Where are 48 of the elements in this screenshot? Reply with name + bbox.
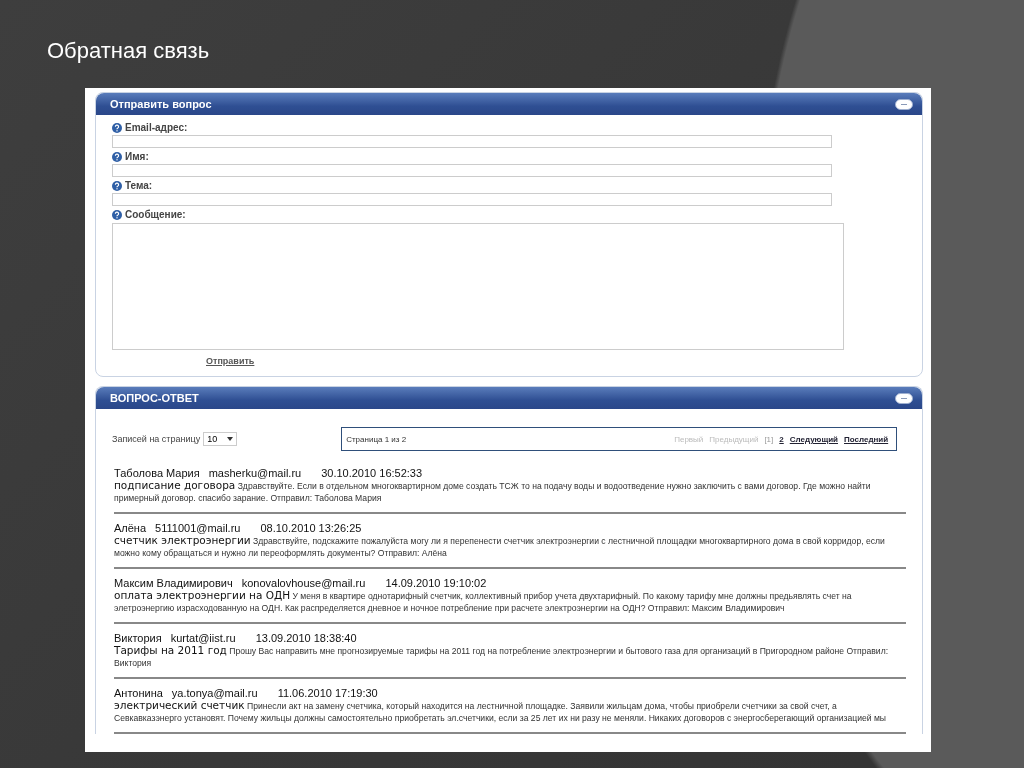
question-text: счетчик электроэнергии Здравствуйте, подскажите пожалуйста могу ли я перепенести счетчик электроэнергии с лестничной площадки многоквартирного дома в свой корридор, если можно кому обращаться и нужно ли переоформлять документы? Отправил: Алёна: [114, 534, 886, 559]
help-icon: [112, 122, 122, 133]
page-label: Предыдущий: [709, 434, 759, 444]
per-page-select[interactable]: 10: [203, 432, 238, 446]
page-link[interactable]: Следующий: [789, 434, 838, 444]
post-date: 11.06.2010 17:19:30: [277, 687, 378, 699]
slide-title: Обратная связь: [47, 38, 210, 63]
help-icon: [112, 209, 122, 220]
page-label: Первый: [674, 434, 704, 444]
page-link[interactable]: 2: [779, 434, 784, 444]
author-name: Таболова Мария: [114, 467, 200, 479]
author-email: 5111001@mail.ru: [155, 522, 241, 534]
message-field[interactable]: [112, 223, 844, 350]
field-label: Тема:: [125, 180, 153, 191]
collapse-icon[interactable]: [895, 392, 913, 404]
help-icon: [112, 151, 122, 162]
question-text: Тарифы на 2011 год Прошу Вас направить мне прогнозируемые тарифы на 2011 год на потребление электроэнергии и бытового газа для организаций в Пригородном районе Отправил: Виктория: [114, 644, 890, 669]
author-name: Алёна: [114, 522, 147, 534]
author-email: masherku@mail.ru: [208, 467, 302, 479]
author-email: kurtat@iist.ru: [170, 632, 236, 644]
post-date: 13.09.2010 18:38:40: [255, 632, 357, 644]
author-name: Максим Владимирович: [114, 577, 233, 589]
author-email: ya.tonya@mail.ru: [171, 687, 258, 699]
post-date: 14.09.2010 19:10:02: [385, 577, 487, 589]
input-field[interactable]: [112, 164, 832, 177]
caret-icon: [227, 437, 234, 441]
question-text: подписание договора Здравствуйте. Если в отдельном многоквартирном доме создать ТСЖ то на подачу воды и водоотведение нужно заключить с вами договор. Где можно найти примерный договор. спасибо зарание. Отправил: Таболова Мария: [114, 479, 872, 504]
input-field[interactable]: [112, 135, 832, 148]
input-field[interactable]: [112, 193, 832, 206]
post-date: 08.10.2010 13:26:25: [260, 522, 362, 534]
panel-title: ВОПРОС-ОТВЕТ: [110, 392, 199, 404]
per-page-label: Записей на страницу: [112, 434, 201, 444]
author-name: Антонина: [114, 687, 163, 699]
author-name: Виктория: [114, 632, 162, 644]
question-text: электрический счетчик Принесли акт на замену счетчика, который находится на лестничной площадке. Заявили жильцам дома, чтобы приобрели счетчики за свой счет, а Севкавказэнерго установят. Почему жильцы должны самостоятельно приобретать эл.счетчики, если за 25 лет их ни разу не меняли. Никаких договоров с энергосберегающий организацией мы: [114, 699, 888, 724]
collapse-icon[interactable]: [895, 98, 913, 110]
post-date: 30.10.2010 16:52:33: [321, 467, 423, 479]
submit-link[interactable]: Отправить: [206, 356, 255, 366]
page-label: [1]: [764, 434, 774, 444]
help-icon: [112, 180, 122, 191]
panel-title: Отправить вопрос: [110, 98, 212, 110]
question-text: оплата электроэнергии на ОДН У меня в квартире однотарифный счетчик, коллективный прибор учета двухтарифный. По какому тарифу мне должны предьявлять счет на элетроэнергию израсходованную на ОДН. Как распределяется дневное и ночное потребление при расчете электроэнергии на ОДН? Отправил: Максим Владимирович: [114, 589, 853, 614]
author-email: konovalovhouse@mail.ru: [241, 577, 366, 589]
field-label: Сообщение:: [125, 209, 186, 220]
field-label: Email-адрес:: [125, 122, 188, 133]
page-info: Страница 1 из 2: [346, 434, 408, 444]
page-link[interactable]: Последний: [844, 434, 889, 444]
field-label: Имя:: [125, 151, 149, 162]
